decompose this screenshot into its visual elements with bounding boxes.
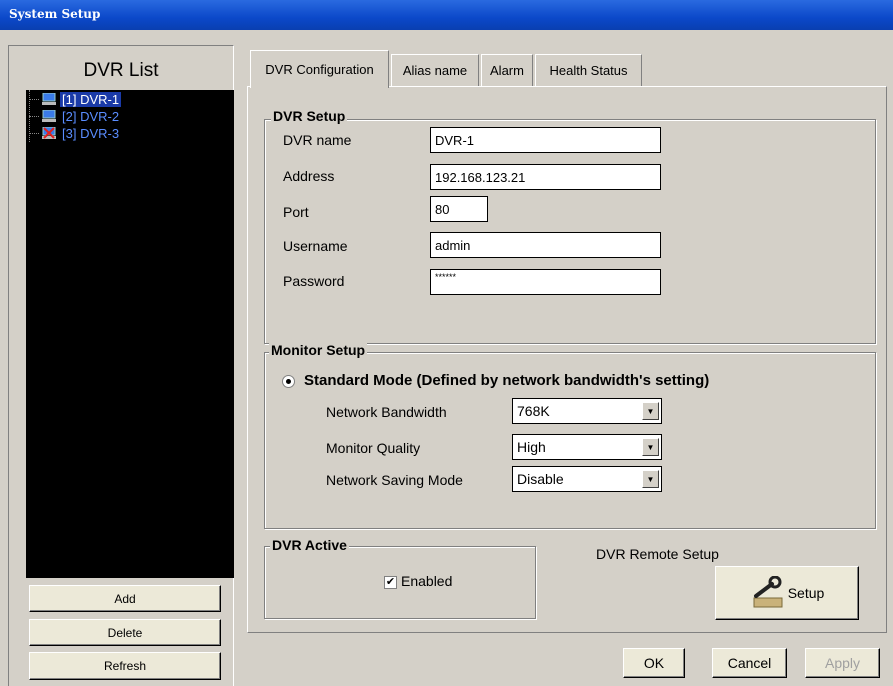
dvr-tree[interactable]: [1] DVR-1 [2] DVR-2 [3] DVR-3 <box>26 90 234 578</box>
tree-item-label: [2] DVR-2 <box>62 108 120 124</box>
tree-connector <box>29 116 39 117</box>
tree-item-label: [1] DVR-1 <box>60 91 122 107</box>
tab-alarm[interactable]: Alarm <box>481 54 533 86</box>
network-bandwidth-select[interactable]: 768K ▼ <box>512 398 662 424</box>
network-bandwidth-label: Network Bandwidth <box>326 404 447 420</box>
tab-alias-name[interactable]: Alias name <box>391 54 479 86</box>
dvr-setup-title: DVR Setup <box>271 108 348 124</box>
dvr-name-field[interactable]: DVR-1 <box>430 127 661 153</box>
wrench-icon <box>750 575 786 610</box>
enabled-label: Enabled <box>401 573 453 589</box>
monitor-quality-label: Monitor Quality <box>326 440 421 456</box>
refresh-button[interactable]: Refresh <box>29 652 221 680</box>
dvr-active-title: DVR Active <box>270 537 349 553</box>
dvr-name-label: DVR name <box>283 132 352 148</box>
tab-label: DVR Configuration <box>265 62 374 77</box>
port-field[interactable]: 80 <box>430 196 488 222</box>
delete-button[interactable]: Delete <box>29 619 221 646</box>
setup-button[interactable]: Setup <box>715 566 859 620</box>
cancel-button[interactable]: Cancel <box>712 648 787 678</box>
username-label: Username <box>283 238 348 254</box>
tab-health-status[interactable]: Health Status <box>535 54 642 86</box>
standard-mode-radio[interactable] <box>282 375 295 388</box>
ok-button[interactable]: OK <box>623 648 685 678</box>
add-button[interactable]: Add <box>29 585 221 612</box>
tree-connector <box>29 133 39 134</box>
monitor-icon <box>42 92 56 106</box>
chevron-down-icon[interactable]: ▼ <box>642 470 659 488</box>
tree-item-dvr-3[interactable]: [3] DVR-3 <box>42 124 121 142</box>
select-value: Disable <box>517 471 564 487</box>
monitor-icon <box>42 109 56 123</box>
tree-item-dvr-2[interactable]: [2] DVR-2 <box>42 107 121 125</box>
address-label: Address <box>283 168 335 184</box>
dvr-active-group <box>264 546 536 619</box>
monitor-error-icon <box>42 126 56 140</box>
chevron-down-icon[interactable]: ▼ <box>642 402 659 420</box>
password-field[interactable]: ****** <box>430 269 661 295</box>
monitor-setup-title: Monitor Setup <box>269 342 368 358</box>
title-bar: System Setup <box>0 0 893 30</box>
username-field[interactable]: admin <box>430 232 661 258</box>
dvr-list-title: DVR List <box>83 60 159 81</box>
tree-connector <box>29 99 39 100</box>
tree-item-dvr-1[interactable]: [1] DVR-1 <box>42 90 122 108</box>
tab-dvr-configuration[interactable]: DVR Configuration <box>250 50 389 88</box>
apply-button[interactable]: Apply <box>805 648 880 678</box>
network-saving-mode-label: Network Saving Mode <box>326 472 463 488</box>
port-label: Port <box>283 204 309 220</box>
network-saving-mode-select[interactable]: Disable ▼ <box>512 466 662 492</box>
tree-item-label: [3] DVR-3 <box>62 125 120 141</box>
window-title: System Setup <box>9 7 101 21</box>
tab-label: Alarm <box>490 63 524 78</box>
enabled-checkbox[interactable]: ✔ <box>384 576 397 589</box>
select-value: High <box>517 439 546 455</box>
tab-label: Health Status <box>549 63 628 78</box>
chevron-down-icon[interactable]: ▼ <box>642 438 659 456</box>
tab-label: Alias name <box>402 63 468 78</box>
setup-button-label: Setup <box>787 585 825 601</box>
standard-mode-label: Standard Mode (Defined by network bandwi… <box>304 372 710 389</box>
dvr-remote-setup-label: DVR Remote Setup <box>596 546 719 562</box>
monitor-quality-select[interactable]: High ▼ <box>512 434 662 460</box>
select-value: 768K <box>517 403 550 419</box>
password-label: Password <box>283 273 345 289</box>
address-field[interactable]: 192.168.123.21 <box>430 164 661 190</box>
